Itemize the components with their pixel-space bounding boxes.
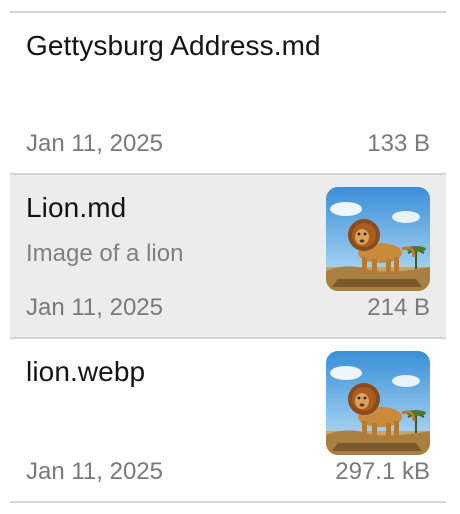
file-meta: Jan 11, 2025 297.1 kB (26, 457, 430, 487)
list-item[interactable]: lion.webp Jan 11, 2025 297.1 kB (10, 339, 446, 503)
lion-image-icon (326, 351, 430, 455)
lion-image-thumbnail (326, 351, 430, 455)
lion-image-thumbnail (326, 187, 430, 291)
file-date: Jan 11, 2025 (26, 130, 164, 157)
file-meta: Jan 11, 2025 133 B (26, 129, 430, 159)
file-date: Jan 11, 2025 (26, 294, 164, 321)
file-size: 297.1 kB (335, 458, 430, 485)
lion-image-icon (326, 187, 430, 291)
list-item-selected[interactable]: Lion.md Image of a lion Jan 11, 2025 214… (10, 175, 446, 339)
list-item[interactable]: Gettysburg Address.md Jan 11, 2025 133 B (10, 13, 446, 175)
file-title: Gettysburg Address.md (26, 30, 321, 61)
file-list: Gettysburg Address.md Jan 11, 2025 133 B… (10, 11, 446, 503)
file-size: 133 B (367, 130, 430, 157)
file-size: 214 B (367, 294, 430, 321)
file-meta: Jan 11, 2025 214 B (26, 293, 430, 323)
file-date: Jan 11, 2025 (26, 458, 164, 485)
